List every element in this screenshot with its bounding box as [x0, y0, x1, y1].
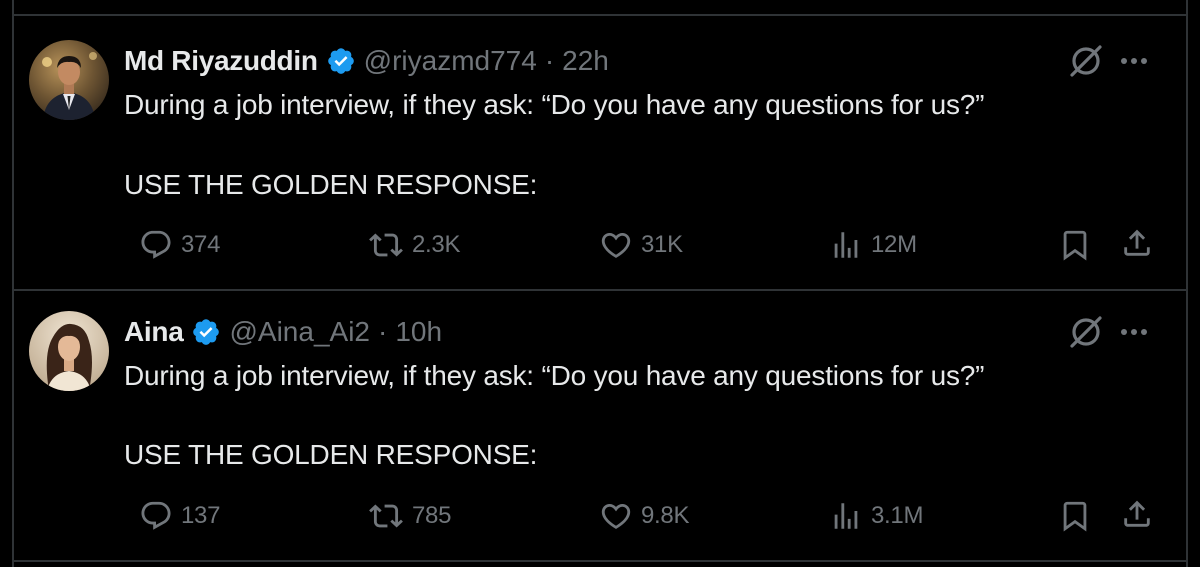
- avatar[interactable]: [29, 311, 109, 391]
- views-icon: [834, 503, 858, 529]
- reply-icon: [141, 501, 171, 530]
- like-count: 9.8K: [641, 502, 690, 529]
- divider-top: [12, 14, 1188, 16]
- grok-icon[interactable]: [1066, 312, 1106, 352]
- repost-count: 2.3K: [412, 231, 461, 258]
- timestamp[interactable]: 22h: [562, 44, 609, 78]
- reply-count: 137: [181, 502, 221, 529]
- views-icon: [834, 232, 858, 258]
- more-icon[interactable]: [1117, 315, 1151, 349]
- views-button[interactable]: 3.1M: [829, 499, 923, 533]
- repost-icon: [369, 504, 403, 528]
- timeline-left-border: [12, 0, 14, 567]
- like-icon: [601, 503, 631, 529]
- tweet-text-line: During a job interview, if they ask: “Do…: [124, 360, 985, 391]
- author-name[interactable]: Aina: [124, 315, 184, 349]
- author-handle[interactable]: @riyazmd774: [364, 44, 537, 78]
- separator-dot: ·: [544, 45, 555, 76]
- tweet-text-line: USE THE GOLDEN RESPONSE:: [124, 169, 538, 200]
- timestamp[interactable]: 10h: [395, 315, 442, 349]
- reply-button[interactable]: 374: [139, 228, 220, 262]
- tweet-header: Aina @Aina_Ai2 · 10h: [124, 315, 442, 349]
- divider-bottom: [12, 560, 1188, 562]
- timeline: Md Riyazuddin @riyazmd774 · 22h During a…: [0, 0, 1200, 567]
- views-button[interactable]: 12M: [829, 228, 917, 262]
- share-icon[interactable]: [1120, 226, 1154, 260]
- repost-button[interactable]: 2.3K: [368, 228, 460, 262]
- more-icon[interactable]: [1117, 44, 1151, 78]
- reply-icon: [141, 230, 171, 259]
- verified-badge-icon: [326, 46, 356, 76]
- avatar[interactable]: [29, 40, 109, 120]
- repost-icon: [369, 233, 403, 257]
- tweet-text-line: USE THE GOLDEN RESPONSE:: [124, 439, 538, 470]
- views-count: 3.1M: [871, 502, 924, 529]
- separator-dot: ·: [378, 316, 388, 347]
- tweet-header: Md Riyazuddin @riyazmd774 · 22h: [124, 44, 609, 78]
- author-name[interactable]: Md Riyazuddin: [124, 44, 318, 78]
- tweet-text-line: During a job interview, if they ask: “Do…: [124, 89, 985, 120]
- timeline-right-border: [1186, 0, 1188, 567]
- reply-count: 374: [181, 231, 221, 258]
- repost-count: 785: [412, 502, 452, 529]
- reply-button[interactable]: 137: [139, 499, 220, 533]
- like-count: 31K: [641, 231, 683, 258]
- like-button[interactable]: 31K: [599, 228, 683, 262]
- divider-middle: [12, 289, 1188, 291]
- like-button[interactable]: 9.8K: [599, 499, 689, 533]
- author-handle[interactable]: @Aina_Ai2: [229, 315, 370, 349]
- grok-icon[interactable]: [1066, 41, 1106, 81]
- repost-button[interactable]: 785: [368, 499, 451, 533]
- share-icon[interactable]: [1120, 497, 1154, 531]
- like-icon: [601, 232, 631, 258]
- views-count: 12M: [871, 231, 917, 258]
- bookmark-icon[interactable]: [1058, 228, 1092, 262]
- bookmark-icon[interactable]: [1058, 499, 1092, 533]
- verified-badge-icon: [191, 317, 221, 347]
